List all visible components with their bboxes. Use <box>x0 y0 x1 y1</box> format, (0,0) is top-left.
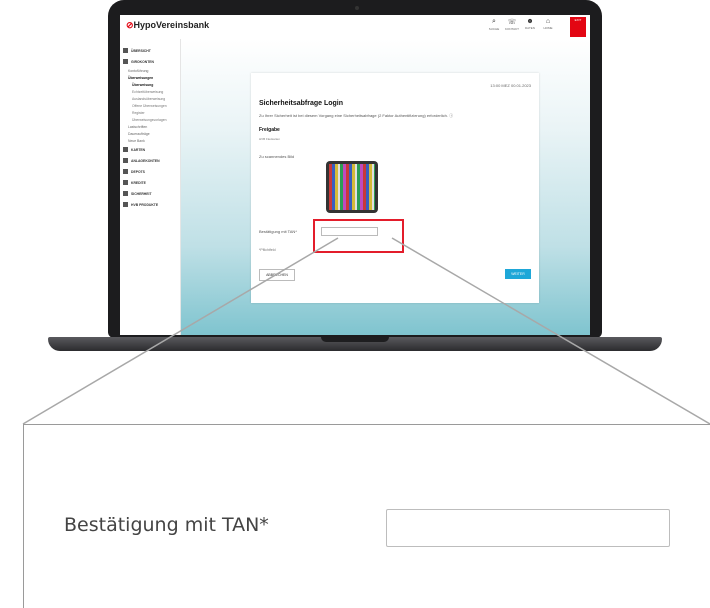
zoom-panel: Bestätigung mit TAN* <box>23 424 710 608</box>
zoom-tan-label: Bestätigung mit TAN* <box>64 514 269 536</box>
zoom-line-right <box>391 237 710 425</box>
zoom-line-left <box>22 237 339 425</box>
zoom-tan-input[interactable] <box>386 509 670 547</box>
